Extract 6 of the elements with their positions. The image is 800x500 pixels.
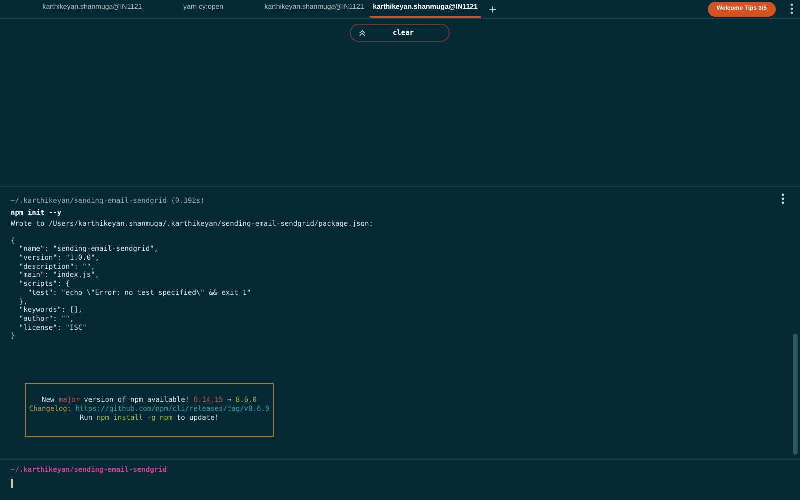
text-cursor: [11, 479, 13, 488]
new-tab-button[interactable]: +: [485, 0, 501, 18]
chevrons-up-icon: [359, 30, 366, 36]
block-menu-icon[interactable]: [781, 193, 785, 205]
menu-icon[interactable]: [790, 3, 794, 15]
scrollbar[interactable]: [793, 334, 798, 455]
